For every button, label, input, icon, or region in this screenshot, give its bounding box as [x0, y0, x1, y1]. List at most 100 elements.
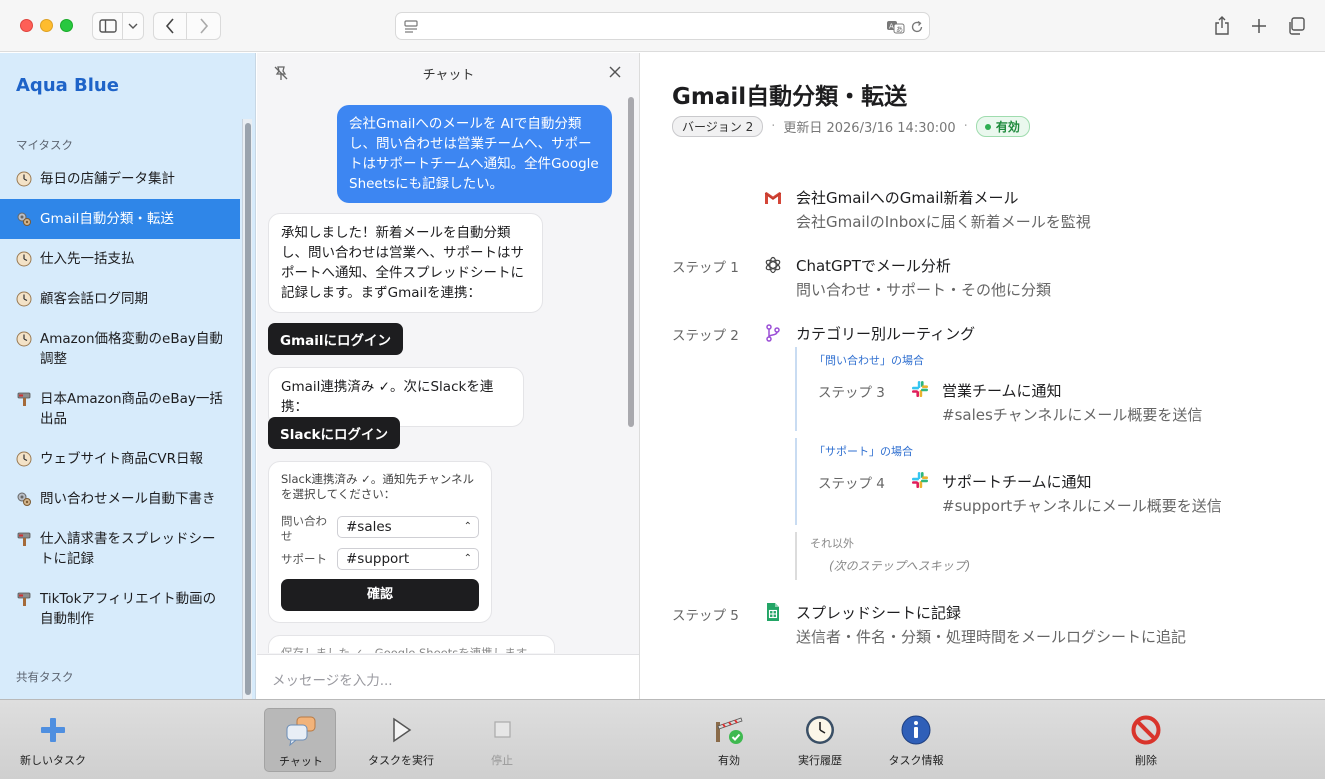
delete-label: 削除: [1135, 754, 1157, 767]
assistant-message: 承知しました！新着メールを自動分類し、問い合わせは営業へ、サポートはサポートへ通…: [268, 213, 543, 313]
sidebar-menu-button[interactable]: [122, 12, 144, 40]
inquiry-channel-select[interactable]: #sales ⌃: [337, 516, 479, 538]
delete-button[interactable]: 削除: [1106, 708, 1186, 772]
share-button[interactable]: [1207, 12, 1237, 40]
sidebar-task-label: 仕入請求書をスプレッドシートに記録: [40, 531, 216, 567]
zoom-window-button[interactable]: [60, 19, 73, 32]
forward-button[interactable]: [186, 12, 221, 40]
gmail-login-button[interactable]: Gmailにログイン: [268, 323, 404, 355]
chat-scrollbar[interactable]: [625, 91, 639, 653]
shared-tasks-label: 共有タスク: [16, 670, 74, 684]
reload-icon[interactable]: [910, 20, 924, 34]
run-task-button[interactable]: タスクを実行: [361, 708, 441, 772]
assistant-message: 保存しました ✓。Google Sheetsを連携します: [268, 635, 555, 653]
new-task-label: 新しいタスク: [20, 754, 86, 767]
back-button[interactable]: [153, 12, 186, 40]
step-5-title: スプレッドシートに記録: [796, 604, 962, 622]
slack-login-button[interactable]: Slackにログイン: [268, 417, 400, 449]
gears-icon: [16, 491, 32, 507]
enable-label: 有効: [718, 754, 740, 767]
play-icon: [393, 717, 412, 743]
status-dot-icon: [984, 123, 991, 130]
run-history-button[interactable]: 実行履歴: [780, 708, 860, 772]
chat-tool-label: チャット: [279, 755, 323, 768]
close-window-button[interactable]: [20, 19, 33, 32]
stop-button[interactable]: 停止: [462, 708, 542, 772]
sidebar-icon: [98, 19, 117, 33]
task-info-label: タスク情報: [888, 754, 944, 767]
tab-overview-button[interactable]: [1281, 12, 1311, 40]
branch-line: [795, 532, 797, 580]
support-label: サポート: [281, 552, 327, 566]
sheets-icon: [767, 603, 779, 621]
step-2-label: ステップ 2: [672, 328, 739, 344]
trigger-description: 会社GmailのInboxに届く新着メールを監視: [796, 213, 1091, 231]
clock-icon: [16, 331, 32, 347]
chat-header: チャット: [257, 53, 639, 91]
svg-text:A: A: [889, 23, 894, 31]
sidebar-toggle-button[interactable]: [92, 12, 122, 40]
sidebar-task-item[interactable]: Gmail自動分類・転送: [0, 199, 240, 239]
sidebar-task-item[interactable]: TikTokアフィリエイト動画の自動制作: [0, 589, 240, 629]
step-2-title: カテゴリー別ルーティング: [796, 325, 976, 343]
close-icon[interactable]: [609, 66, 621, 78]
step-3-label: ステップ 3: [818, 385, 885, 401]
share-icon: [1215, 16, 1229, 35]
separator: ·: [771, 119, 776, 134]
workflow-title: Gmail自動分類・転送: [672, 84, 908, 110]
plus-icon: [1252, 19, 1266, 33]
sidebar-task-item[interactable]: ウェブサイト商品CVR日報: [0, 449, 240, 469]
channel-select-card: Slack連携済み ✓。通知先チャンネルを選択してください： 問い合わせ #sa…: [268, 461, 492, 623]
sidebar-task-item[interactable]: 仕入請求書をスプレッドシートに記録: [0, 529, 240, 569]
slack-icon: [912, 381, 928, 397]
support-channel-select[interactable]: #support ⌃: [337, 548, 479, 570]
chat-title: チャット: [422, 68, 475, 83]
new-task-button[interactable]: 新しいタスク: [13, 708, 93, 772]
sidebar-task-item[interactable]: 問い合わせメール自動下書き: [0, 489, 240, 509]
workflow-view: Gmail自動分類・転送 バージョン 2 · 更新日 2026/3/16 14:…: [641, 53, 1325, 699]
prohibited-icon: [1131, 715, 1161, 745]
task-info-button[interactable]: タスク情報: [876, 708, 956, 772]
sidebar-task-label: ウェブサイト商品CVR日報: [40, 451, 204, 467]
chat-messages: 会社Gmailへのメールを AIで自動分類し、問い合わせは営業チームへ、サポート…: [257, 91, 625, 653]
address-bar[interactable]: Aあ: [395, 12, 930, 40]
sidebar-task-item[interactable]: 日本Amazon商品のeBay一括出品: [0, 389, 240, 429]
new-tab-button[interactable]: [1244, 12, 1274, 40]
clock-icon: [806, 716, 834, 744]
chat-tool-button[interactable]: チャット: [264, 708, 336, 772]
sidebar-task-item[interactable]: 仕入先一括支払: [0, 249, 240, 269]
user-message: 会社Gmailへのメールを AIで自動分類し、問い合わせは営業チームへ、サポート…: [337, 105, 612, 203]
clock-icon: [16, 451, 32, 467]
brand-title: Aqua Blue: [16, 75, 119, 96]
confirm-button[interactable]: 確認: [281, 579, 479, 611]
branch-icon: [766, 324, 780, 342]
step-1-title: ChatGPTでメール分析: [796, 257, 951, 275]
branch-line: [795, 347, 797, 431]
message-input[interactable]: メッセージを入力...: [257, 654, 639, 699]
minimize-window-button[interactable]: [40, 19, 53, 32]
clock-icon: [16, 251, 32, 267]
updated-date: 更新日 2026/3/16 14:30:00: [783, 121, 956, 136]
tabs-icon: [1289, 17, 1305, 35]
support-channel-value: #support: [346, 551, 410, 567]
slack-icon: [912, 472, 928, 488]
translate-icon[interactable]: Aあ: [886, 19, 906, 35]
chat-scroll-thumb[interactable]: [628, 97, 634, 427]
clock-icon: [16, 171, 32, 187]
hammer-icon: [16, 391, 32, 407]
info-icon: [901, 715, 931, 745]
hammer-icon: [16, 591, 32, 607]
sidebar-task-label: 毎日の店舗データ集計: [40, 171, 175, 187]
stop-label: 停止: [491, 754, 513, 767]
sidebar-scroll-thumb[interactable]: [245, 123, 251, 695]
sidebar-task-item[interactable]: 毎日の店舗データ集計: [0, 169, 240, 189]
trigger-title: 会社GmailへのGmail新着メール: [796, 189, 1019, 207]
sidebar-scrollbar[interactable]: [242, 119, 252, 699]
version-pill: バージョン 2: [672, 116, 764, 137]
enable-toggle-button[interactable]: 有効: [689, 708, 769, 772]
task-sidebar: Aqua Blue マイタスク 毎日の店舗データ集計 Gmail自動分類・転送 仕入…: [0, 53, 256, 699]
chat-panel: チャット 会社Gmailへのメールを AIで自動分類し、問い合わせは営業チームへ…: [257, 53, 640, 699]
sidebar-task-item[interactable]: 顧客会話ログ同期: [0, 289, 240, 309]
separator: ·: [963, 119, 968, 134]
sidebar-task-item[interactable]: Amazon価格変動のeBay自動調整: [0, 329, 240, 369]
